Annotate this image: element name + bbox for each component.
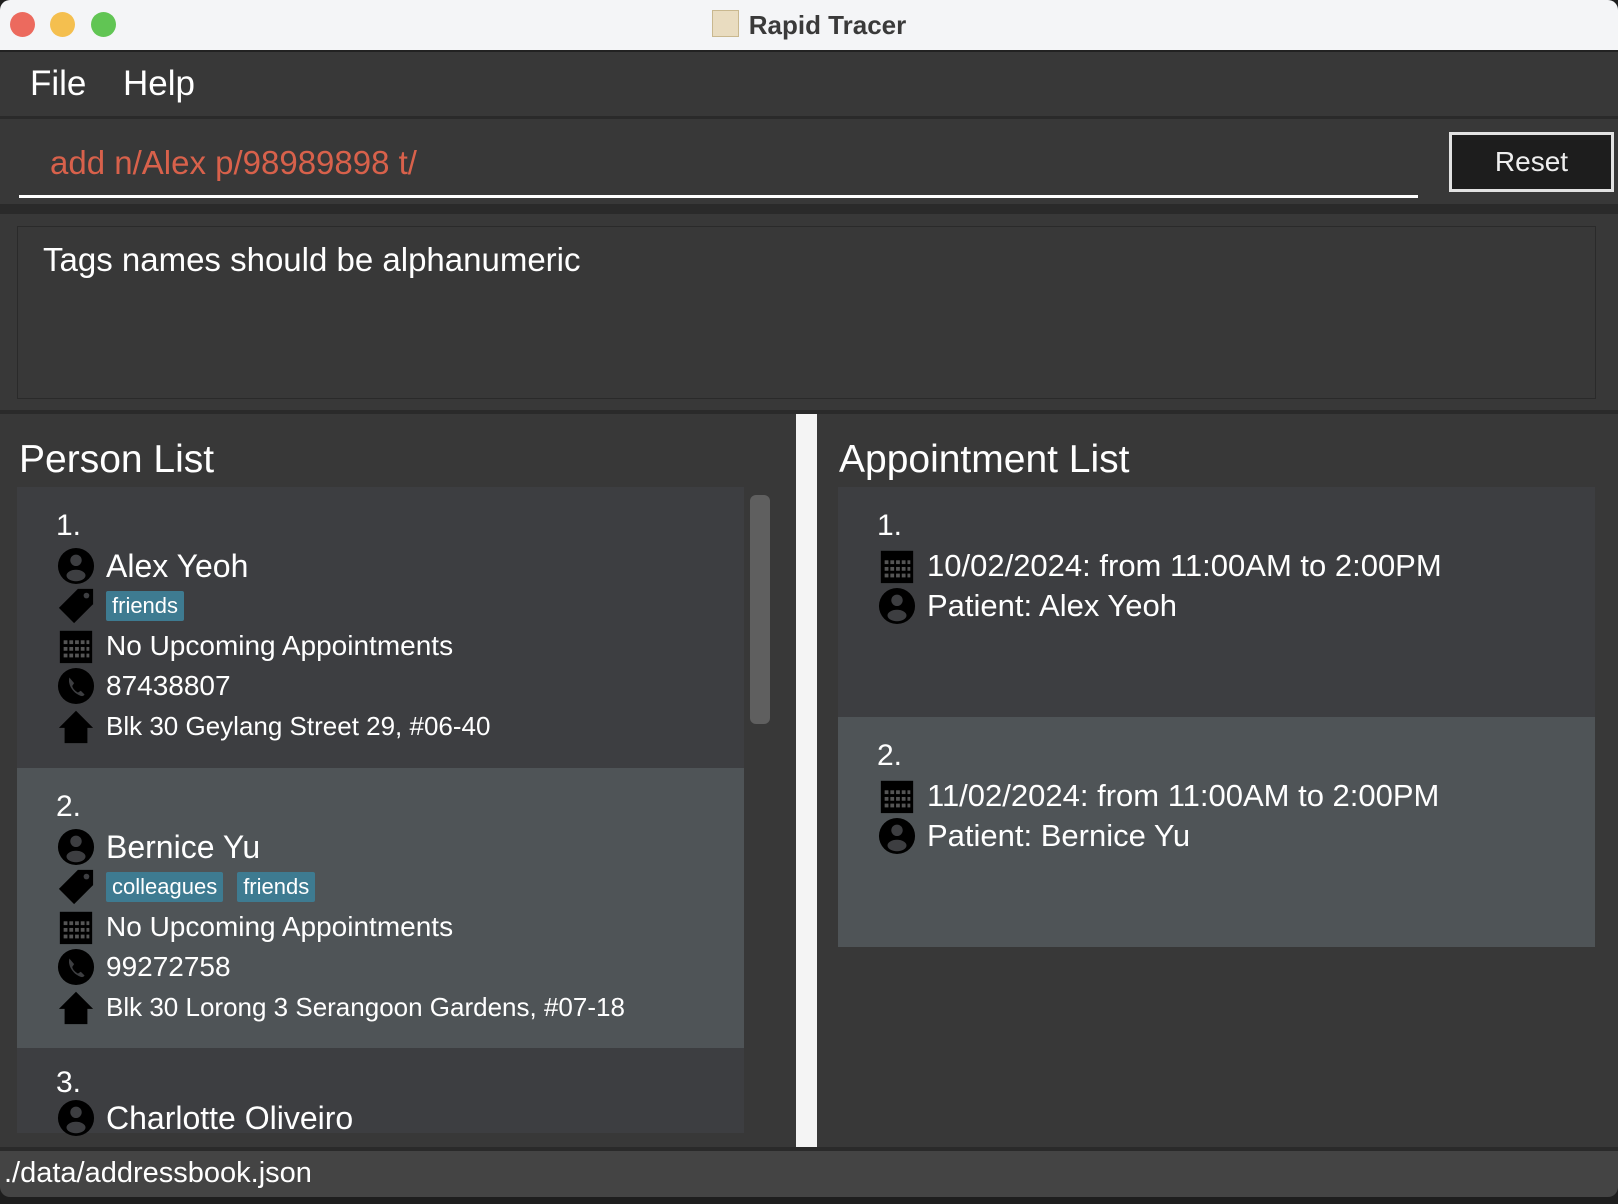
person-name: Charlotte Oliveiro [106, 1099, 354, 1136]
tag-badge: colleagues [106, 872, 224, 902]
tag-icon [56, 868, 96, 906]
person-index: 2. [56, 790, 82, 823]
person-list-title: Person List [19, 438, 215, 481]
person-icon [877, 817, 917, 855]
appointment-card[interactable]: 1. 10/02/2024: from 11:00AM to 2:00PM Pa… [838, 487, 1595, 717]
appointment-index: 2. [877, 739, 903, 772]
home-icon [56, 988, 96, 1026]
person-address: Blk 30 Lorong 3 Serangoon Gardens, #07-1… [106, 991, 625, 1022]
person-icon [56, 1099, 96, 1137]
calendar-icon [56, 908, 96, 946]
tag-badge: friends [106, 591, 185, 621]
appointment-time: 10/02/2024: from 11:00AM to 2:00PM [927, 548, 1442, 583]
tag-badge: friends [237, 872, 316, 902]
person-list-panel: Person List 1. Alex Yeoh friends No Upco… [0, 414, 796, 1147]
tag-icon [56, 587, 96, 625]
appointment-time: 11/02/2024: from 11:00AM to 2:00PM [927, 778, 1440, 813]
appointment-patient: Patient: Alex Yeoh [927, 588, 1177, 623]
person-name: Alex Yeoh [106, 547, 249, 584]
person-index: 3. [56, 1066, 82, 1099]
status-bar: ./data/addressbook.json [0, 1147, 1618, 1197]
person-card[interactable]: 1. Alex Yeoh friends No Upcoming Appoint… [17, 487, 744, 768]
person-phone: 99272758 [106, 951, 231, 982]
calendar-icon [877, 777, 917, 815]
person-name: Bernice Yu [106, 828, 261, 865]
appointment-index: 1. [877, 509, 903, 542]
phone-icon [56, 948, 96, 986]
person-appointment: No Upcoming Appointments [106, 911, 454, 942]
result-area: Tags names should be alphanumeric [0, 214, 1618, 414]
person-address: Blk 30 Geylang Street 29, #06-40 [106, 710, 491, 741]
split-divider[interactable] [796, 414, 817, 1147]
home-icon [56, 707, 96, 745]
appointment-card[interactable]: 2. 11/02/2024: from 11:00AM to 2:00PM Pa… [838, 717, 1595, 947]
window-title: Rapid Tracer [0, 10, 1618, 41]
person-appointment: No Upcoming Appointments [106, 630, 454, 661]
reset-button[interactable]: Reset [1449, 132, 1614, 192]
menu-bar: File Help [0, 52, 1618, 119]
menu-help[interactable]: Help [123, 64, 195, 104]
save-location: ./data/addressbook.json [4, 1157, 312, 1189]
person-card[interactable]: 3. Charlotte Oliveiro [17, 1048, 744, 1133]
window-title-text: Rapid Tracer [748, 10, 907, 40]
person-list[interactable]: 1. Alex Yeoh friends No Upcoming Appoint… [17, 487, 744, 1125]
person-list-scrollbar[interactable] [750, 495, 770, 724]
appointment-patient: Patient: Bernice Yu [927, 818, 1191, 853]
phone-icon [56, 667, 96, 705]
person-phone: 87438807 [106, 670, 231, 701]
command-area: add n/Alex p/98989898 t/ Reset [0, 119, 1618, 214]
person-icon [56, 547, 96, 585]
command-input[interactable]: add n/Alex p/98989898 t/ [19, 119, 1418, 198]
app-icon [711, 10, 739, 37]
title-bar: Rapid Tracer [0, 0, 1618, 52]
menu-file[interactable]: File [30, 64, 86, 104]
appointment-list-title: Appointment List [839, 438, 1130, 481]
person-card[interactable]: 2. Bernice Yu colleagues friends No Upcom… [17, 768, 744, 1048]
person-index: 1. [56, 509, 82, 542]
person-icon [877, 587, 917, 625]
person-icon [56, 828, 96, 866]
calendar-icon [56, 627, 96, 665]
calendar-icon [877, 547, 917, 585]
result-display: Tags names should be alphanumeric [17, 226, 1596, 399]
appointment-list-panel: Appointment List 1. 10/02/2024: from 11:… [817, 414, 1618, 1147]
